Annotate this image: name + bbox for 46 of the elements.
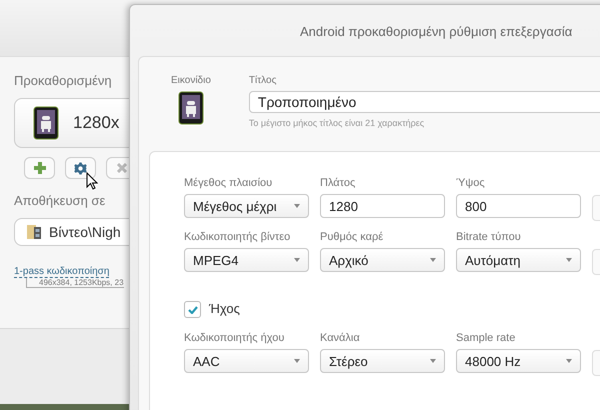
cursor-icon: [86, 172, 98, 190]
icon-label: Εικονίδιο: [171, 75, 211, 86]
title-label: Τίτλος: [248, 75, 276, 86]
close-icon: [116, 163, 126, 173]
title-hint: Το μέγιστο μήκος τίτλος είναι 21 χαρακτήρες: [248, 118, 424, 128]
caret-icon: [566, 359, 572, 363]
dropdown[interactable]: Αυτόματη: [456, 248, 581, 272]
plus-icon: [34, 162, 46, 174]
caret-icon: [294, 204, 300, 208]
field-label: Κωδικοποιητής βίντεο: [184, 231, 290, 243]
settings-icon: [74, 162, 87, 174]
caret-icon: [430, 359, 436, 363]
field-label: Μέγεθος πλαισίου: [184, 177, 272, 189]
field-label: Sample rate: [456, 332, 516, 344]
dropdown[interactable]: Αρχικό: [320, 248, 445, 272]
dropdown[interactable]: Μέγεθος μέχρι: [184, 194, 309, 218]
android-tablet-icon: [178, 91, 204, 125]
field-label: Ρυθμός καρέ: [320, 231, 384, 243]
caret-icon: [294, 359, 300, 363]
audio-checkbox[interactable]: [184, 301, 201, 318]
dropdown[interactable]: 48000 Hz: [456, 349, 581, 373]
input-field[interactable]: 800: [456, 194, 581, 218]
film-folder-icon: [27, 224, 41, 240]
dialog-title: Android προκαθορισμένη ρύθμιση επεξεργασία: [300, 24, 574, 39]
audio-label: Ήχος: [209, 301, 240, 316]
caret-icon: [566, 258, 572, 262]
check-icon: [188, 306, 198, 314]
encoding-link[interactable]: 1-pass κωδικοποίηση: [14, 266, 110, 278]
preset-label: Προκαθορισμένη: [14, 73, 112, 88]
title-input[interactable]: Τροποποιημένο: [248, 91, 600, 113]
caret-icon: [294, 258, 300, 262]
field-label: Κανάλια: [320, 332, 360, 344]
encoding-details: 496x384, 1253Kbps, 23: [26, 278, 124, 288]
dropdown[interactable]: MPEG4: [184, 248, 309, 272]
save-label: Αποθήκευση σε: [14, 193, 106, 208]
dropdown[interactable]: AAC: [184, 349, 309, 373]
field-label: Κωδικοποιητής ήχου: [184, 332, 284, 344]
caret-icon: [430, 258, 436, 262]
input-field[interactable]: 1280: [320, 194, 445, 218]
android-tablet-icon: [33, 106, 59, 140]
settings-button[interactable]: [65, 157, 96, 179]
field-label: Πλάτος: [320, 177, 356, 189]
add-button[interactable]: [24, 157, 55, 179]
dropdown[interactable]: Στέρεο: [320, 349, 445, 373]
field-label: Bitrate τύπου: [456, 231, 521, 243]
field-label: Ύψος: [456, 177, 485, 189]
